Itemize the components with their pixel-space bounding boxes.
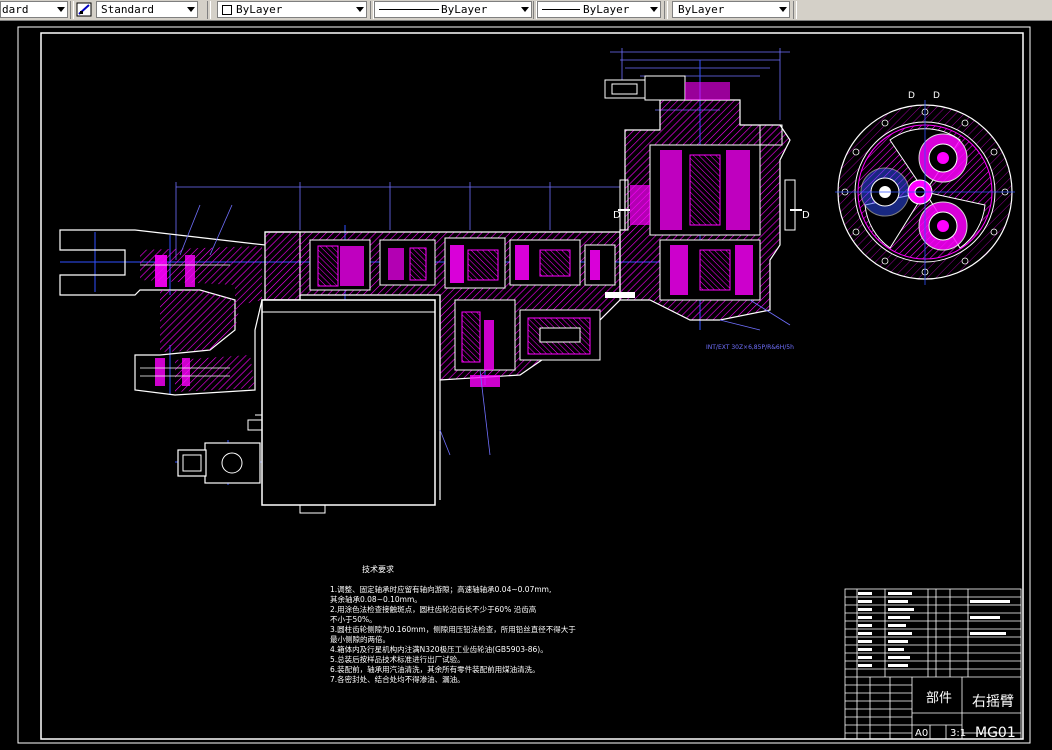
tech-line: 不小于50%。: [330, 615, 377, 624]
parts-list-entries: [858, 592, 1010, 667]
svg-text:D: D: [613, 210, 621, 221]
key-bar: [605, 292, 635, 298]
color-value: ByLayer: [236, 3, 283, 16]
tech-line: 6.装配前，轴承用汽油清洗，其余所有零件装配前用煤油清洗。: [330, 664, 540, 674]
linetype-value: ByLayer: [441, 3, 488, 16]
drawing-canvas[interactable]: D D INT/EXT 30Z×6,85P/R&6H/5h D D 技术要求 1…: [0, 20, 1052, 746]
chevron-down-icon: [187, 7, 195, 12]
chevron-down-icon: [779, 7, 787, 12]
linetype-preview: [379, 9, 439, 10]
chevron-down-icon: [57, 7, 65, 12]
color-dropdown[interactable]: ByLayer: [217, 1, 367, 18]
bearing-lower: [155, 358, 165, 386]
bearing-left2: [185, 255, 195, 287]
section-dd-labels: D D: [908, 91, 940, 101]
small-motor: [204, 442, 261, 484]
chevron-down-icon: [356, 7, 364, 12]
text-style-icon[interactable]: [75, 1, 95, 18]
bearing-lower2: [182, 358, 190, 386]
drawing-number: MG01: [975, 725, 1016, 741]
drawing-name: 右摇臂: [972, 694, 1014, 710]
motor-body: [261, 299, 436, 506]
section-dd-view: D D: [835, 91, 1015, 285]
toolbar-separator: [70, 1, 74, 19]
tech-line: 7.各密封处、结合处均不得渗油、漏油。: [330, 674, 465, 684]
plotstyle-value: ByLayer: [678, 3, 725, 16]
tech-line: 2.用涂色法检查接触斑点，圆柱齿轮沿齿长不少于60% 沿齿高: [330, 604, 537, 614]
toolbar-separator: [793, 1, 797, 19]
linetype-dropdown[interactable]: ByLayer: [374, 1, 532, 18]
interface-note: INT/EXT 30Z×6,85P/R&6H/5h: [706, 344, 794, 351]
plotstyle-dropdown[interactable]: ByLayer: [672, 1, 790, 18]
tech-line: 3.圆柱齿轮侧隙为0.160mm，侧隙用压铅法检查，所用铅丝直径不得大于: [330, 624, 576, 634]
input-shaft: [604, 79, 646, 99]
properties-toolbar: dard Standard ByLayer ByLayer ByLayer By…: [0, 0, 1052, 21]
tech-line: 4.箱体内及行星机构内注满N320极压工业齿轮油(GB5903-86)。: [330, 644, 548, 654]
drawing-scale: 3:1: [950, 728, 966, 739]
part-label: 部件: [926, 691, 952, 706]
sheet-size: A0: [915, 728, 928, 739]
tech-line: 5.总装后按样品技术标准进行出厂试验。: [330, 654, 465, 664]
bearing-left: [155, 255, 167, 287]
svg-text:D: D: [908, 91, 915, 101]
layer-dropdown[interactable]: dard: [0, 1, 68, 18]
lineweight-preview: [542, 9, 580, 10]
svg-text:D: D: [802, 210, 810, 221]
svg-text:D: D: [933, 91, 940, 101]
technical-requirements: 技术要求 1.调整、固定轴承时应留有轴向游隙；高速轴轴承0.04~0.07mm,…: [330, 564, 576, 684]
chevron-down-icon: [521, 7, 529, 12]
tech-line: 其余轴承0.08~0.10mm。: [330, 594, 422, 604]
toolbar-separator: [207, 1, 211, 19]
layer-value: dard: [2, 3, 29, 16]
lower-bearing: [470, 375, 500, 387]
text-style-dropdown[interactable]: Standard: [96, 1, 198, 18]
lineweight-dropdown[interactable]: ByLayer: [537, 1, 661, 18]
main-section-view: D D INT/EXT 30Z×6,85P/R&6H/5h: [59, 48, 810, 514]
tech-title: 技术要求: [362, 564, 394, 574]
color-swatch: [222, 5, 232, 15]
chevron-down-icon: [650, 7, 658, 12]
tech-line: 1.调整、固定轴承时应留有轴向游隙；高速轴轴承0.04~0.07mm,: [330, 584, 551, 594]
toolbar-separator: [664, 1, 668, 19]
lineweight-value: ByLayer: [583, 3, 630, 16]
text-style-value: Standard: [101, 3, 154, 16]
tech-line: 最小侧隙的两倍。: [330, 634, 390, 644]
